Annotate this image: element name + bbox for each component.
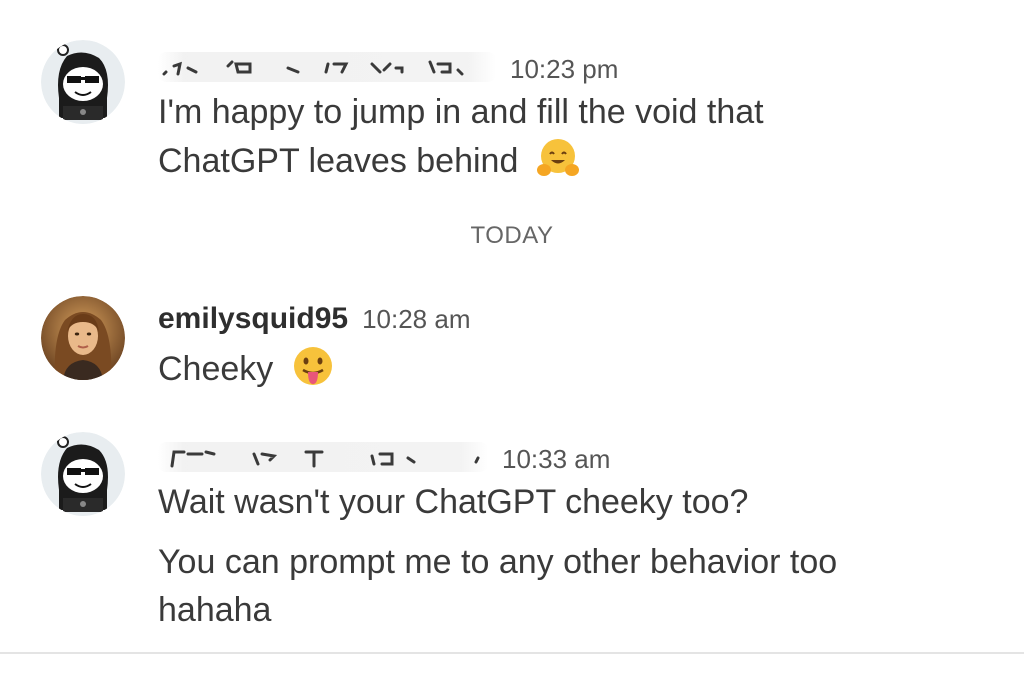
redaction-scribble-icon <box>170 450 480 468</box>
message-line: Wait wasn't your ChatGPT cheeky too? <box>158 483 749 521</box>
message-line: Cheeky <box>158 350 274 388</box>
user-photo-avatar-icon <box>41 296 125 380</box>
redacted-username <box>158 52 496 82</box>
bot-avatar[interactable] <box>41 40 125 124</box>
message-body: Wait wasn't your ChatGPT cheeky too? You… <box>158 478 988 634</box>
tongue-out-emoji-icon <box>293 347 332 385</box>
message-line-with-emoji: ChatGPT leaves behind <box>158 136 988 185</box>
bot-avatar-icon <box>41 40 125 124</box>
username[interactable]: emilysquid95 <box>158 302 348 336</box>
bot-avatar-icon <box>41 432 125 516</box>
redaction-scribble-icon <box>162 60 464 76</box>
chat-thread: 10:23 pm I'm happy to jump in and fill t… <box>0 0 1024 682</box>
day-separator: TODAY <box>470 222 554 249</box>
message-timestamp: 10:33 am <box>502 444 611 474</box>
message-timestamp: 10:23 pm <box>510 54 619 84</box>
message-body: I'm happy to jump in and fill the void t… <box>158 88 988 185</box>
message-timestamp: 10:28 am <box>362 304 471 334</box>
message-line: hahaha <box>158 591 272 629</box>
message-line: I'm happy to jump in and fill the void t… <box>158 93 764 131</box>
redacted-username <box>158 442 488 472</box>
user-avatar[interactable] <box>41 296 125 380</box>
message-line: ChatGPT leaves behind <box>158 142 519 180</box>
message-line: You can prompt me to any other behavior … <box>158 543 838 581</box>
hugging-face-emoji-icon <box>536 139 579 176</box>
bot-avatar[interactable] <box>41 432 125 516</box>
message-body: Cheeky <box>158 344 988 393</box>
bottom-divider <box>0 652 1024 654</box>
message-line-with-emoji: Cheeky <box>158 344 988 393</box>
